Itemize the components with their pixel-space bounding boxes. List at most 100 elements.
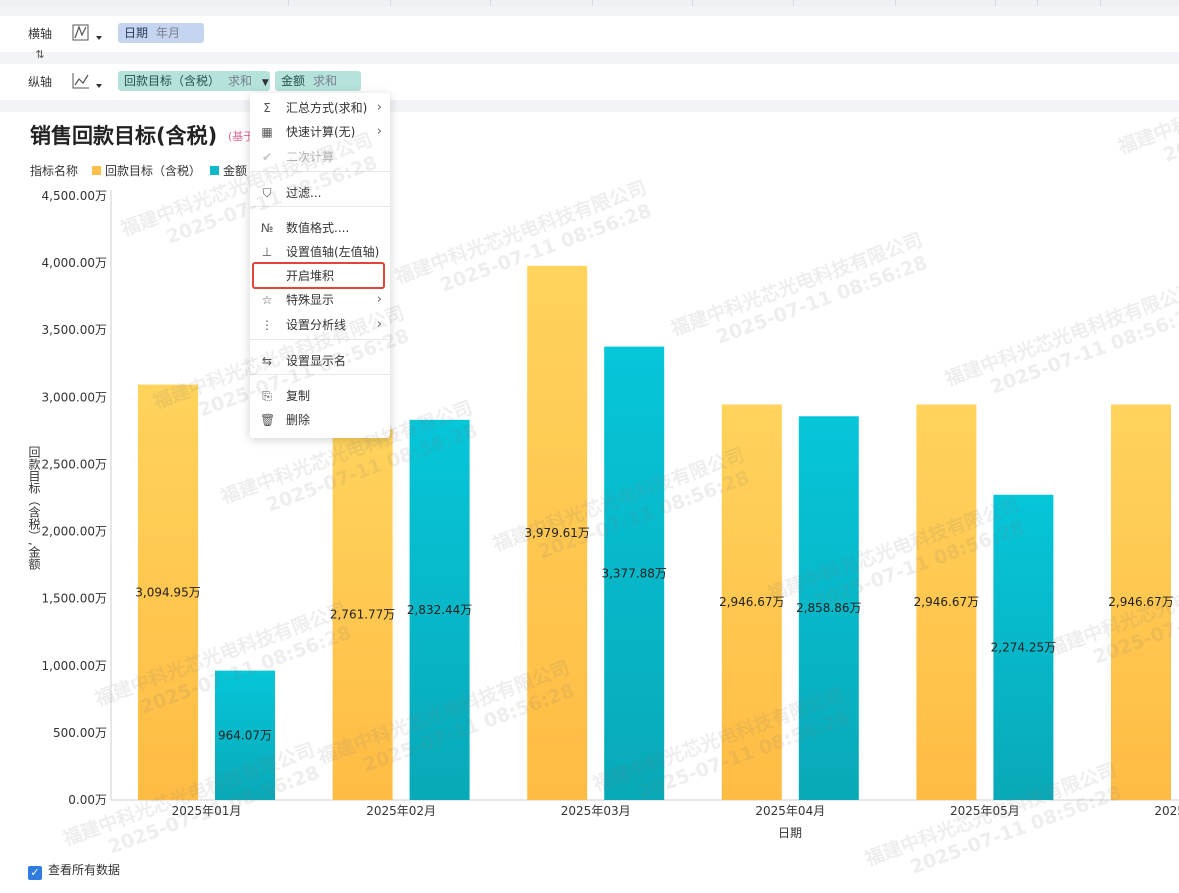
data-label: 2,946.67万	[719, 595, 784, 609]
menu-separator	[250, 374, 390, 375]
analysis-line-icon: ⋮	[261, 318, 273, 332]
x-tick-label: 2025年05月	[950, 804, 1020, 818]
data-label: 2,946.67万	[1108, 595, 1173, 609]
data-label: 2,858.86万	[796, 601, 861, 615]
menu-item-copy[interactable]: ⎘ 复制	[250, 385, 390, 407]
x-axis-shelf: 横轴 日期 年月	[18, 16, 1179, 52]
menu-item-calc[interactable]: ▦ 快速计算(无) ›	[250, 121, 390, 143]
data-label: 2,761.77万	[330, 608, 395, 622]
axis-icon: ⊥	[261, 245, 273, 259]
x-axis-label: 横轴	[28, 27, 53, 41]
pill-dropdown-icon[interactable]: ▼	[262, 78, 269, 88]
zigzag-chart-icon	[72, 24, 102, 41]
shelf-divider-bottom	[0, 100, 1179, 112]
menu-separator	[250, 206, 390, 207]
number-format-icon: №	[260, 221, 274, 235]
copy-icon: ⎘	[262, 389, 272, 403]
y-tick-label: 4,000.00万	[42, 256, 107, 270]
menu-item-label: 设置分析线	[286, 318, 347, 332]
chart-type-switch-y[interactable]	[70, 70, 106, 94]
data-label: 3,094.95万	[135, 585, 200, 599]
menu-item-sigma[interactable]: Σ 汇总方式(求和) ›	[250, 97, 390, 119]
legend-swatch-target	[92, 166, 101, 175]
show-all-data-label: 查看所有数据	[48, 863, 121, 877]
menu-item-label: 删除	[286, 413, 311, 427]
x-field-name: 日期	[124, 26, 149, 40]
y-field-pill-amount[interactable]: 金额 求和	[275, 71, 361, 91]
menu-item-filter[interactable]: ⛉ 过滤...	[250, 182, 390, 204]
y-tick-label: 0.00万	[68, 793, 107, 807]
data-label: 964.07万	[218, 728, 272, 742]
chevron-right-icon: ›	[376, 100, 382, 115]
caret-down-icon	[96, 36, 102, 40]
x-field-pill-date[interactable]: 日期 年月	[118, 23, 204, 43]
menu-item-label: 设置值轴(左值轴)	[286, 245, 380, 259]
legend-swatch-amount	[210, 166, 219, 175]
y-field-pill-target[interactable]: 回款目标（含税） 求和 ▼	[118, 71, 270, 91]
checkbox-checked-icon[interactable]: ✓	[28, 866, 42, 880]
x-tick-label: 2025年04月	[755, 804, 825, 818]
rename-icon: ⇆	[261, 354, 273, 368]
x-axis-title: 日期	[778, 826, 802, 840]
data-label: 3,979.61万	[524, 526, 589, 540]
data-label: 2,274.25万	[991, 640, 1056, 654]
data-label: 2,832.44万	[407, 603, 472, 617]
y-tick-label: 1,500.00万	[42, 592, 107, 606]
legend-title: 指标名称	[30, 164, 79, 178]
menu-item-check[interactable]: ✔ 二次计算	[250, 146, 390, 168]
menu-separator	[250, 339, 390, 340]
y-tick-label: 500.00万	[53, 726, 107, 740]
menu-item-rename[interactable]: ⇆ 设置显示名	[250, 350, 390, 372]
menu-item-axis[interactable]: ⊥ 设置值轴(左值轴)	[250, 241, 390, 263]
y-axis-label: 纵轴	[28, 75, 53, 89]
highlight-box	[252, 262, 385, 289]
sigma-icon: Σ	[263, 101, 271, 115]
menu-item-trash[interactable]: 🗑 删除	[250, 409, 390, 431]
x-tick-label: 2025年03月	[561, 804, 631, 818]
check-icon: ✔	[261, 150, 273, 164]
x-tick-label: 2025年01月	[172, 804, 242, 818]
calc-icon: ▦	[261, 125, 273, 139]
swap-axes-icon[interactable]: ⇅	[30, 48, 50, 64]
y-tick-label: 2,000.00万	[42, 525, 107, 539]
y-axis-shelf: 纵轴 回款目标（含税） 求和 ▼ 金额 求和	[18, 64, 1179, 100]
y-tick-label: 4,500.00万	[42, 189, 107, 203]
data-label: 2,946.67万	[914, 595, 979, 609]
x-field-granularity: 年月	[156, 26, 181, 40]
filter-icon: ⛉	[262, 186, 272, 200]
chart-type-switch-x[interactable]	[70, 22, 106, 46]
y-tick-label: 3,500.00万	[42, 323, 107, 337]
menu-item-number-format[interactable]: № 数值格式....	[250, 217, 390, 239]
y-tick-label: 1,000.00万	[42, 659, 107, 673]
y-field-target-agg: 求和	[228, 74, 253, 88]
y-field-amount-name: 金额	[281, 74, 306, 88]
legend-item-amount[interactable]: 金额	[210, 162, 247, 179]
bar-chart: 0.00万 500.00万 1,000.00万 1,500.00万 2,000.00万 2…	[27, 189, 1179, 840]
y-field-amount-agg: 求和	[313, 74, 338, 88]
legend-item-target[interactable]: 回款目标（含税）	[92, 162, 201, 179]
line-chart-icon	[72, 73, 102, 89]
y-axis-title: 回款目标（含税）,金额	[27, 446, 41, 570]
field-context-menu: Σ 汇总方式(求和) › ▦ 快速计算(无) › ✔ 二次计算 ⛉ 过滤... № 数值格式.... ⊥…	[250, 93, 390, 438]
show-all-data-checkbox-row[interactable]: ✓ 查看所有数据	[28, 861, 120, 880]
star-icon: ☆	[261, 293, 273, 307]
menu-item-label: 特殊显示	[286, 293, 335, 307]
menu-item-label: 二次计算	[286, 150, 335, 164]
menu-item-label: 数值格式....	[286, 221, 350, 235]
y-tick-label: 2,500.00万	[42, 457, 107, 471]
shelf-background	[0, 6, 1179, 16]
menu-item-label: 快速计算(无)	[286, 125, 356, 139]
chevron-right-icon: ›	[376, 292, 382, 307]
menu-item-label: 汇总方式(求和)	[286, 101, 368, 115]
y-tick-label: 3,000.00万	[42, 390, 107, 404]
caret-down-icon	[96, 84, 102, 88]
chevron-right-icon: ›	[376, 124, 382, 139]
menu-item-analysis-line[interactable]: ⋮ 设置分析线 ›	[250, 314, 390, 336]
shelf-divider	[0, 52, 1179, 64]
menu-separator	[250, 171, 390, 172]
chevron-right-icon: ›	[376, 317, 382, 332]
menu-item-label: 复制	[286, 389, 311, 403]
x-tick-label: 2025年0	[1154, 804, 1179, 818]
legend-item-amount-label: 金额	[223, 164, 248, 178]
menu-item-star[interactable]: ☆ 特殊显示 ›	[250, 289, 390, 311]
